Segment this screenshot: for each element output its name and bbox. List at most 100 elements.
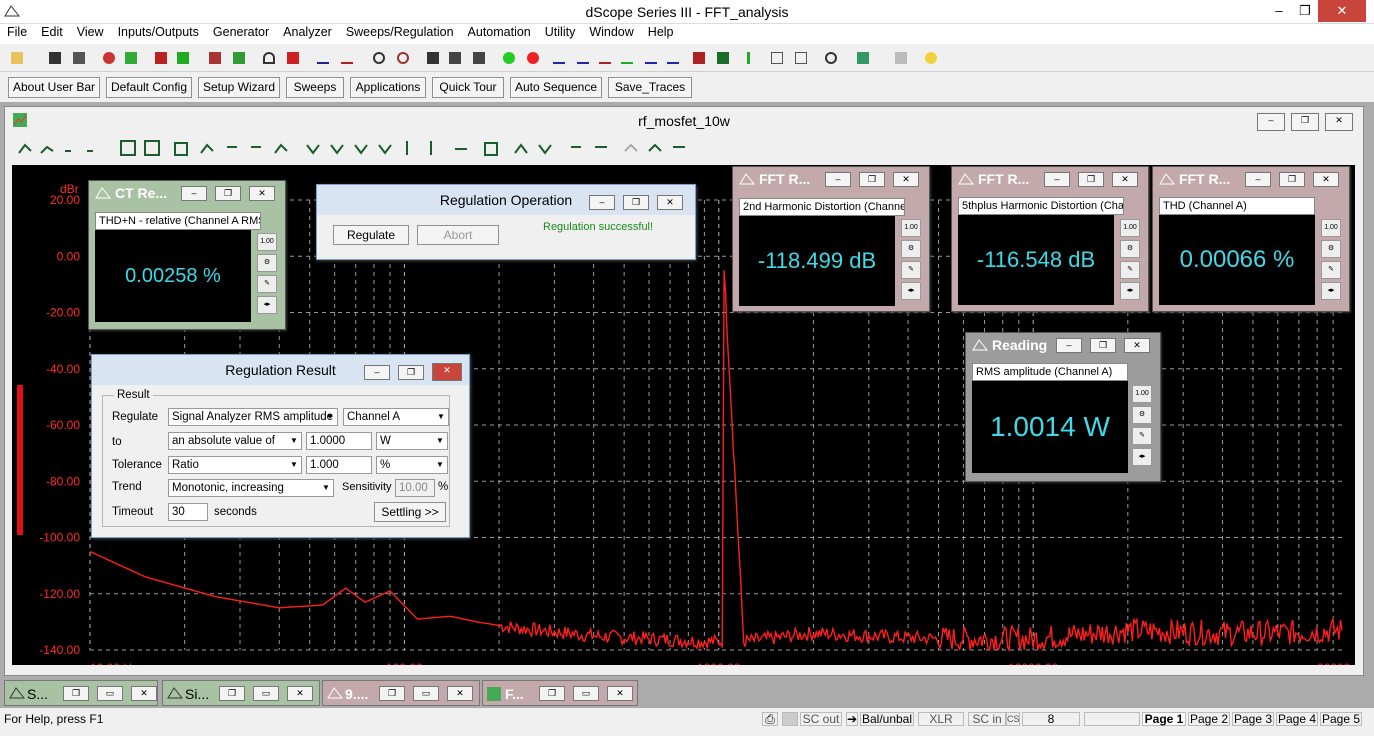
- sweep-icon[interactable]: [550, 49, 568, 67]
- meter-icon[interactable]: [370, 49, 388, 67]
- mute-icon[interactable]: [284, 49, 302, 67]
- maximize-icon[interactable]: ▭: [253, 686, 279, 701]
- menu-window[interactable]: Window: [582, 24, 640, 39]
- tolerance-value-input[interactable]: 1.000: [306, 456, 372, 474]
- sweep4-icon[interactable]: [618, 49, 636, 67]
- thd-restore-button[interactable]: ❐: [215, 186, 241, 201]
- close-icon[interactable]: ✕: [287, 686, 313, 701]
- page-tab-3[interactable]: Page 3: [1232, 712, 1274, 726]
- sweep6-icon[interactable]: [664, 49, 682, 67]
- generator-on-icon[interactable]: [174, 49, 192, 67]
- edit-icon[interactable]: ✎: [257, 275, 277, 293]
- close-icon[interactable]: ✕: [607, 686, 633, 701]
- about-user-bar-button[interactable]: About User Bar: [8, 77, 100, 98]
- regres-close-button[interactable]: ✕: [432, 363, 462, 381]
- save-icon[interactable]: [46, 49, 64, 67]
- reading-close-button[interactable]: ✕: [1124, 338, 1150, 353]
- meter-off-icon[interactable]: [394, 49, 412, 67]
- tolerance-unit-select[interactable]: % ▼: [376, 456, 448, 474]
- scope-off-icon[interactable]: [338, 49, 356, 67]
- readout-icon[interactable]: 1.00: [1321, 219, 1341, 237]
- stop-icon[interactable]: [524, 49, 542, 67]
- menu-automation[interactable]: Automation: [461, 24, 538, 39]
- marker-icon[interactable]: [714, 49, 732, 67]
- applications-button[interactable]: Applications: [350, 77, 426, 98]
- close-icon[interactable]: ✕: [131, 686, 157, 701]
- fft3-min-button[interactable]: –: [1245, 172, 1271, 187]
- regres-restore-button[interactable]: ❐: [398, 365, 424, 380]
- restore-button[interactable]: ❐: [1290, 0, 1320, 22]
- help-icon[interactable]: [922, 49, 940, 67]
- expand-icon[interactable]: ◂▸: [901, 282, 921, 300]
- readout-icon[interactable]: 1.00: [1132, 385, 1152, 403]
- fft-icon[interactable]: [424, 49, 442, 67]
- script3-icon[interactable]: [792, 49, 810, 67]
- settings-icon[interactable]: ⚙: [1321, 240, 1341, 258]
- minimized-window-2[interactable]: Si... ❐ ▭ ✕: [162, 680, 320, 706]
- abort-button[interactable]: Abort: [417, 225, 499, 245]
- child-minimize-button[interactable]: –: [1257, 113, 1285, 131]
- script-icon[interactable]: [744, 49, 762, 67]
- settling-button[interactable]: Settling >>: [374, 502, 446, 522]
- settings-icon[interactable]: ⚙: [257, 254, 277, 272]
- timeout-input[interactable]: 30: [168, 503, 208, 521]
- page-tab-2[interactable]: Page 2: [1188, 712, 1230, 726]
- regop-restore-button[interactable]: ❐: [623, 195, 649, 210]
- output-off-icon[interactable]: [100, 49, 118, 67]
- scope-icon[interactable]: [314, 49, 332, 67]
- settings-icon[interactable]: ⚙: [1132, 406, 1152, 424]
- generator-off-icon[interactable]: [152, 49, 170, 67]
- clock-icon[interactable]: [822, 49, 840, 67]
- thd-min-button[interactable]: –: [181, 186, 207, 201]
- restore-icon[interactable]: ❐: [379, 686, 405, 701]
- page-tab-1[interactable]: Page 1: [1142, 712, 1186, 726]
- minimized-window-4[interactable]: F... ❐ ▭ ✕: [482, 680, 638, 706]
- cursor-icon[interactable]: [690, 49, 708, 67]
- expand-icon[interactable]: ◂▸: [257, 296, 277, 314]
- fft3-icon[interactable]: [470, 49, 488, 67]
- to-unit-select[interactable]: W ▼: [376, 432, 448, 450]
- maximize-icon[interactable]: ▭: [413, 686, 439, 701]
- menu-view[interactable]: View: [70, 24, 111, 39]
- open-icon[interactable]: [8, 49, 26, 67]
- to-value-input[interactable]: 1.0000: [306, 432, 372, 450]
- fft-toolbar-icons[interactable]: [15, 137, 715, 161]
- close-icon[interactable]: ✕: [447, 686, 473, 701]
- fft1-min-button[interactable]: –: [825, 172, 851, 187]
- fft2-restore-button[interactable]: ❐: [1078, 172, 1104, 187]
- fft2-close-button[interactable]: ✕: [1112, 172, 1138, 187]
- menu-utility[interactable]: Utility: [538, 24, 583, 39]
- report2-icon[interactable]: [892, 49, 910, 67]
- save-traces-button[interactable]: Save_Traces: [608, 77, 692, 98]
- menu-sweeps-regulation[interactable]: Sweeps/Regulation: [339, 24, 461, 39]
- menu-generator[interactable]: Generator: [206, 24, 276, 39]
- output-on-icon[interactable]: [122, 49, 140, 67]
- report-icon[interactable]: [854, 49, 872, 67]
- fft1-restore-button[interactable]: ❐: [859, 172, 885, 187]
- edit-icon[interactable]: ✎: [1120, 261, 1140, 279]
- reading-min-button[interactable]: –: [1056, 338, 1082, 353]
- fft1-close-button[interactable]: ✕: [893, 172, 919, 187]
- readout-icon[interactable]: 1.00: [257, 233, 277, 251]
- minimized-window-1[interactable]: S... ❐ ▭ ✕: [4, 680, 158, 706]
- settings-icon[interactable]: ⚙: [901, 240, 921, 258]
- sweeps-button[interactable]: Sweeps: [286, 77, 344, 98]
- headphones-icon[interactable]: [260, 49, 278, 67]
- sweep3-icon[interactable]: [596, 49, 614, 67]
- input-on-icon[interactable]: [230, 49, 248, 67]
- menu-file[interactable]: File: [0, 24, 34, 39]
- setup-wizard-button[interactable]: Setup Wizard: [198, 77, 280, 98]
- restore-icon[interactable]: ❐: [219, 686, 245, 701]
- maximize-icon[interactable]: ▭: [573, 686, 599, 701]
- readout-icon[interactable]: 1.00: [1120, 219, 1140, 237]
- fft2-min-button[interactable]: –: [1044, 172, 1070, 187]
- restore-icon[interactable]: ❐: [63, 686, 89, 701]
- regres-min-button[interactable]: –: [364, 365, 390, 380]
- fft2-icon[interactable]: [446, 49, 464, 67]
- sensitivity-input[interactable]: 10.00: [395, 479, 435, 497]
- quick-tour-button[interactable]: Quick Tour: [432, 77, 504, 98]
- menu-analyzer[interactable]: Analyzer: [276, 24, 339, 39]
- to-mode-select[interactable]: an absolute value of ▼: [168, 432, 302, 450]
- minimized-window-3[interactable]: 9.... ❐ ▭ ✕: [322, 680, 480, 706]
- menu-inputs-outputs[interactable]: Inputs/Outputs: [111, 24, 206, 39]
